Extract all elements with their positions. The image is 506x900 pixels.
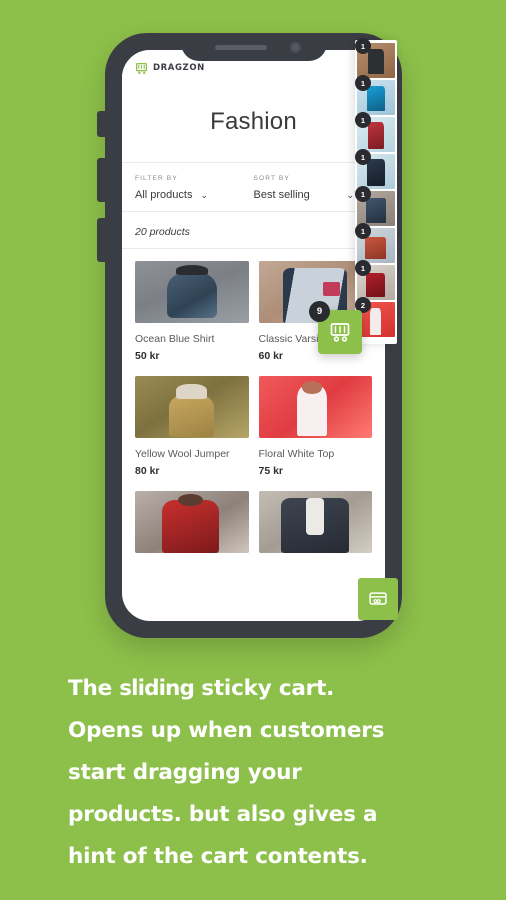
product-card[interactable] xyxy=(135,491,249,554)
drag-cart-count-badge: 9 xyxy=(309,301,330,322)
page-title: Fashion xyxy=(210,108,297,135)
caption-line-1-b: sticky cart. xyxy=(193,676,335,701)
front-camera-icon xyxy=(289,42,301,53)
credit-card-checkout-icon xyxy=(369,592,387,605)
chevron-down-icon: ⌄ xyxy=(346,189,354,200)
phone-notch xyxy=(180,33,327,61)
product-count: 20 products xyxy=(135,226,190,238)
product-card[interactable]: Ocean Blue Shirt 50 kr xyxy=(135,261,249,362)
cart-item[interactable]: 1 xyxy=(355,223,395,263)
cart-item[interactable]: 1 xyxy=(355,38,395,78)
cart-item[interactable]: 1 xyxy=(355,260,395,300)
product-grid: Ocean Blue Shirt 50 kr Classic Varsity T… xyxy=(122,249,385,554)
cart-item[interactable]: 1 xyxy=(355,75,395,115)
filter-by-value: All products xyxy=(135,189,193,201)
cart-item[interactable]: 2 xyxy=(355,297,395,337)
sticky-cart-strip[interactable]: 1 1 1 1 1 1 1 2 xyxy=(355,38,397,344)
earpiece-speaker xyxy=(214,45,267,50)
product-card[interactable]: Floral White Top 75 kr xyxy=(258,376,372,478)
caption-line-2: Opens up when customers xyxy=(68,717,385,743)
sort-by-value: Best selling xyxy=(253,189,310,201)
phone-side-button-volume-up xyxy=(97,158,106,202)
shopping-cart-icon xyxy=(135,62,148,75)
page-title-section: Fashion xyxy=(122,86,385,163)
checkout-button[interactable] xyxy=(358,578,398,620)
caption-line-1: The sliding sticky cart. xyxy=(68,668,438,710)
cart-item-qty-badge: 1 xyxy=(355,186,371,202)
caption-emphasis: sliding xyxy=(119,676,195,701)
chevron-down-icon: ⌄ xyxy=(200,189,209,200)
caption-line-4: products. but also gives a xyxy=(68,801,378,827)
product-card[interactable] xyxy=(258,491,372,554)
shopping-cart-icon xyxy=(330,323,350,342)
filter-by-select[interactable]: All products ⌄ xyxy=(135,189,254,201)
product-price: 80 kr xyxy=(135,465,160,478)
product-card[interactable]: Yellow Wool Jumper 80 kr xyxy=(135,376,249,477)
poster-stage: DRAGZON Fashion FILTER BY All products ⌄… xyxy=(0,0,506,900)
cart-item-qty-badge: 1 xyxy=(355,112,371,128)
filter-sort-bar: FILTER BY All products ⌄ SORT BY Best se… xyxy=(122,163,385,212)
product-photo xyxy=(258,491,372,554)
product-price: 50 kr xyxy=(135,350,160,363)
product-image xyxy=(135,261,249,323)
product-photo xyxy=(258,376,372,439)
filter-by-group: FILTER BY All products ⌄ xyxy=(135,175,254,201)
product-photo xyxy=(135,491,249,554)
product-name: Ocean Blue Shirt xyxy=(135,333,215,345)
product-photo xyxy=(135,376,249,439)
brand-logo-text: DRAGZON xyxy=(153,63,205,73)
product-photo xyxy=(135,261,249,323)
caption-line-3: start dragging your xyxy=(68,759,302,785)
caption-line-1-a: The xyxy=(68,676,120,701)
product-image xyxy=(135,491,249,554)
cart-item-qty-badge: 1 xyxy=(355,223,371,239)
product-image xyxy=(258,491,372,554)
cart-item-qty-badge: 1 xyxy=(355,75,371,91)
cart-item-qty-badge: 1 xyxy=(355,260,371,276)
filter-by-label: FILTER BY xyxy=(135,175,178,182)
cart-item[interactable]: 1 xyxy=(355,112,395,152)
brand-logo[interactable]: DRAGZON xyxy=(135,62,205,75)
product-price: 75 kr xyxy=(258,465,284,478)
cart-item-qty-badge: 1 xyxy=(355,38,371,54)
phone-side-button-volume-down xyxy=(97,218,106,262)
caption-line-5: hint of the cart contents. xyxy=(68,843,368,869)
drag-cart-button[interactable]: 9 xyxy=(309,301,362,354)
product-image xyxy=(258,376,372,439)
cart-item[interactable]: 1 xyxy=(355,149,395,189)
cart-item[interactable]: 1 xyxy=(355,186,395,226)
cart-item-qty-badge: 1 xyxy=(355,149,371,165)
caption-text: The sliding sticky cart. Opens up when c… xyxy=(0,668,506,878)
product-name: Floral White Top xyxy=(258,448,335,461)
product-image xyxy=(135,376,249,439)
product-name: Yellow Wool Jumper xyxy=(135,448,230,461)
phone-side-button-mute xyxy=(97,111,106,137)
product-count-row: 20 products xyxy=(122,212,385,249)
